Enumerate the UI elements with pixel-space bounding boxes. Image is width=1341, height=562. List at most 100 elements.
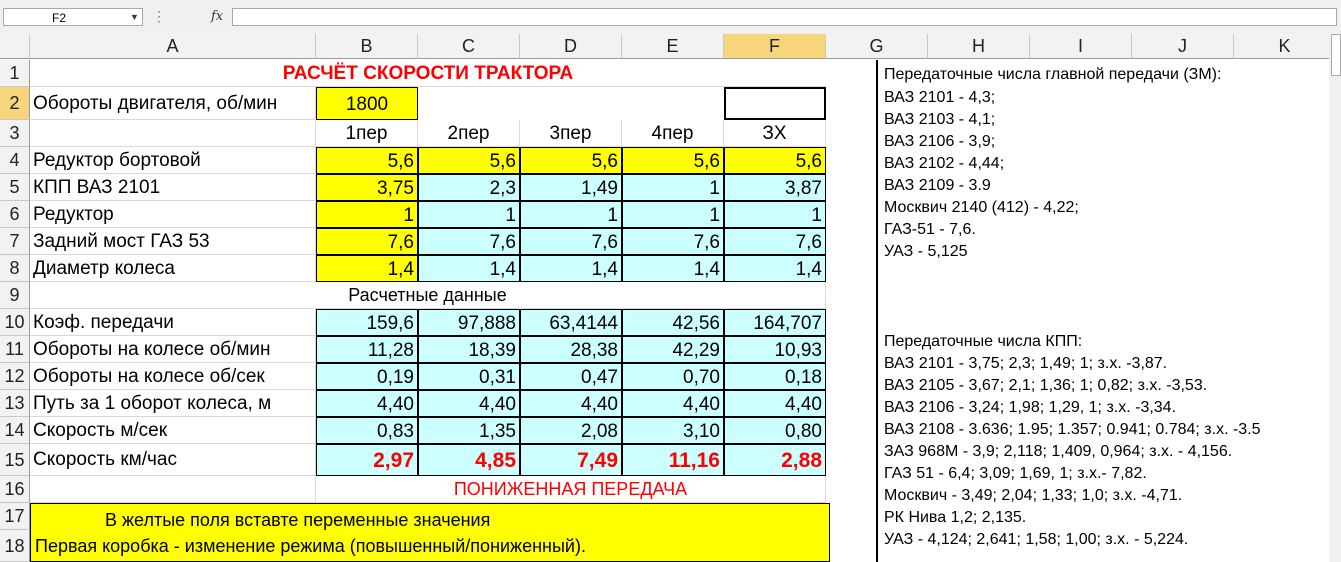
row-label[interactable]: Редуктор <box>30 201 316 228</box>
input-cell[interactable]: 1 <box>316 201 418 228</box>
calc-cell[interactable]: 28,38 <box>520 336 622 363</box>
calc-cell[interactable]: 164,707 <box>724 309 826 336</box>
row-label[interactable]: Задний мост ГАЗ 53 <box>30 228 316 255</box>
input-cell[interactable]: 1,4 <box>724 255 826 282</box>
notes-textbox[interactable]: Передаточные числа главной передачи (ЗМ)… <box>876 60 1341 562</box>
row-label[interactable]: Коэф. передачи <box>30 309 316 336</box>
calc-cell[interactable]: 97,888 <box>418 309 520 336</box>
insert-function-icon[interactable]: fx <box>211 7 223 27</box>
input-cell[interactable]: 1,4 <box>622 255 724 282</box>
row-header[interactable]: 16 <box>0 476 30 503</box>
input-cell[interactable]: 5,6 <box>724 147 826 174</box>
row-header[interactable]: 17 <box>0 503 30 530</box>
row-label[interactable]: Обороты на колесе об/сек <box>30 363 316 390</box>
row-label[interactable]: Скорость м/сек <box>30 417 316 444</box>
input-cell[interactable]: 5,6 <box>520 147 622 174</box>
sheet-title[interactable]: РАСЧЁТ СКОРОСТИ ТРАКТОРА <box>30 60 826 87</box>
speed-result-cell[interactable]: 11,16 <box>622 444 724 476</box>
input-cell[interactable]: 5,6 <box>418 147 520 174</box>
calc-cell[interactable]: 4,40 <box>622 390 724 417</box>
row-header[interactable]: 5 <box>0 174 30 201</box>
calc-cell[interactable]: 10,93 <box>724 336 826 363</box>
calc-cell[interactable]: 42,56 <box>622 309 724 336</box>
column-header-c[interactable]: C <box>418 34 520 59</box>
column-header-a[interactable]: A <box>30 34 316 59</box>
row-header[interactable]: 14 <box>0 417 30 444</box>
column-header-f[interactable]: F <box>724 34 826 59</box>
row-header[interactable]: 1 <box>0 60 30 87</box>
row-header[interactable]: 3 <box>0 120 30 147</box>
calc-cell[interactable]: 4,40 <box>520 390 622 417</box>
input-cell[interactable]: 1,4 <box>520 255 622 282</box>
row-header[interactable]: 12 <box>0 363 30 390</box>
column-header-d[interactable]: D <box>520 34 622 59</box>
calc-cell[interactable]: 0,18 <box>724 363 826 390</box>
input-cell[interactable]: 2,3 <box>418 174 520 201</box>
input-cell[interactable]: 1 <box>724 201 826 228</box>
input-cell[interactable]: 7,6 <box>622 228 724 255</box>
input-cell[interactable]: 1 <box>622 174 724 201</box>
speed-result-cell[interactable]: 4,85 <box>418 444 520 476</box>
engine-label-cell[interactable]: Обороты двигателя, об/мин <box>30 87 316 120</box>
cell[interactable] <box>30 476 316 503</box>
gear-header[interactable]: 3пер <box>520 120 622 147</box>
row-header[interactable]: 13 <box>0 390 30 417</box>
calc-cell[interactable]: 0,70 <box>622 363 724 390</box>
row-header[interactable]: 7 <box>0 228 30 255</box>
scrollbar-thumb[interactable] <box>1331 34 1341 76</box>
row-label[interactable]: Редуктор бортовой <box>30 147 316 174</box>
column-header-k[interactable]: K <box>1234 34 1336 59</box>
speed-result-cell[interactable]: 7,49 <box>520 444 622 476</box>
hint-box[interactable]: В желтые поля вставте переменные значени… <box>30 503 830 562</box>
selected-cell-f2[interactable] <box>724 87 826 120</box>
input-cell[interactable]: 1 <box>622 201 724 228</box>
input-cell[interactable]: 1 <box>520 201 622 228</box>
input-cell[interactable]: 7,6 <box>418 228 520 255</box>
low-gear-label[interactable]: ПОНИЖЕННАЯ ПЕРЕДАЧА <box>316 476 826 503</box>
speed-result-cell[interactable]: 2,97 <box>316 444 418 476</box>
calc-cell[interactable]: 18,39 <box>418 336 520 363</box>
column-header-g[interactable]: G <box>826 34 928 59</box>
column-header-b[interactable]: B <box>316 34 418 59</box>
gear-header[interactable]: 2пер <box>418 120 520 147</box>
row-header[interactable]: 9 <box>0 282 30 309</box>
calc-cell[interactable]: 159,6 <box>316 309 418 336</box>
calc-cell[interactable]: 0,47 <box>520 363 622 390</box>
gear-header[interactable]: ЗХ <box>724 120 826 147</box>
row-header[interactable]: 18 <box>0 530 30 562</box>
formula-input[interactable] <box>232 8 1337 26</box>
input-cell[interactable]: 1,49 <box>520 174 622 201</box>
calc-cell[interactable]: 42,29 <box>622 336 724 363</box>
row-label[interactable]: КПП ВАЗ 2101 <box>30 174 316 201</box>
gear-header[interactable]: 1пер <box>316 120 418 147</box>
calc-cell[interactable]: 0,31 <box>418 363 520 390</box>
input-cell[interactable]: 5,6 <box>622 147 724 174</box>
calc-cell[interactable]: 1,35 <box>418 417 520 444</box>
calc-cell[interactable]: 4,40 <box>724 390 826 417</box>
column-header-i[interactable]: I <box>1030 34 1132 59</box>
calc-cell[interactable]: 4,40 <box>418 390 520 417</box>
gear-header[interactable]: 4пер <box>622 120 724 147</box>
cell[interactable] <box>30 120 316 147</box>
row-header[interactable]: 11 <box>0 336 30 363</box>
column-header-e[interactable]: E <box>622 34 724 59</box>
input-cell[interactable]: 1 <box>418 201 520 228</box>
engine-value-cell[interactable]: 1800 <box>316 87 418 120</box>
row-header[interactable]: 15 <box>0 444 30 476</box>
calc-cell[interactable]: 4,40 <box>316 390 418 417</box>
input-cell[interactable]: 3,87 <box>724 174 826 201</box>
row-label[interactable]: Путь за 1 оборот колеса, м <box>30 390 316 417</box>
input-cell[interactable]: 7,6 <box>724 228 826 255</box>
name-box[interactable]: F2 <box>3 8 143 26</box>
row-header[interactable]: 4 <box>0 147 30 174</box>
vertical-scrollbar[interactable] <box>1329 34 1341 562</box>
column-header-j[interactable]: J <box>1132 34 1234 59</box>
calc-cell[interactable]: 0,83 <box>316 417 418 444</box>
input-cell[interactable]: 7,6 <box>316 228 418 255</box>
calc-cell[interactable]: 0,80 <box>724 417 826 444</box>
row-label[interactable]: Скорость км/час <box>30 444 316 476</box>
input-cell[interactable]: 7,6 <box>520 228 622 255</box>
select-all-corner[interactable] <box>0 34 30 59</box>
input-cell[interactable]: 1,4 <box>418 255 520 282</box>
input-cell[interactable]: 3,75 <box>316 174 418 201</box>
